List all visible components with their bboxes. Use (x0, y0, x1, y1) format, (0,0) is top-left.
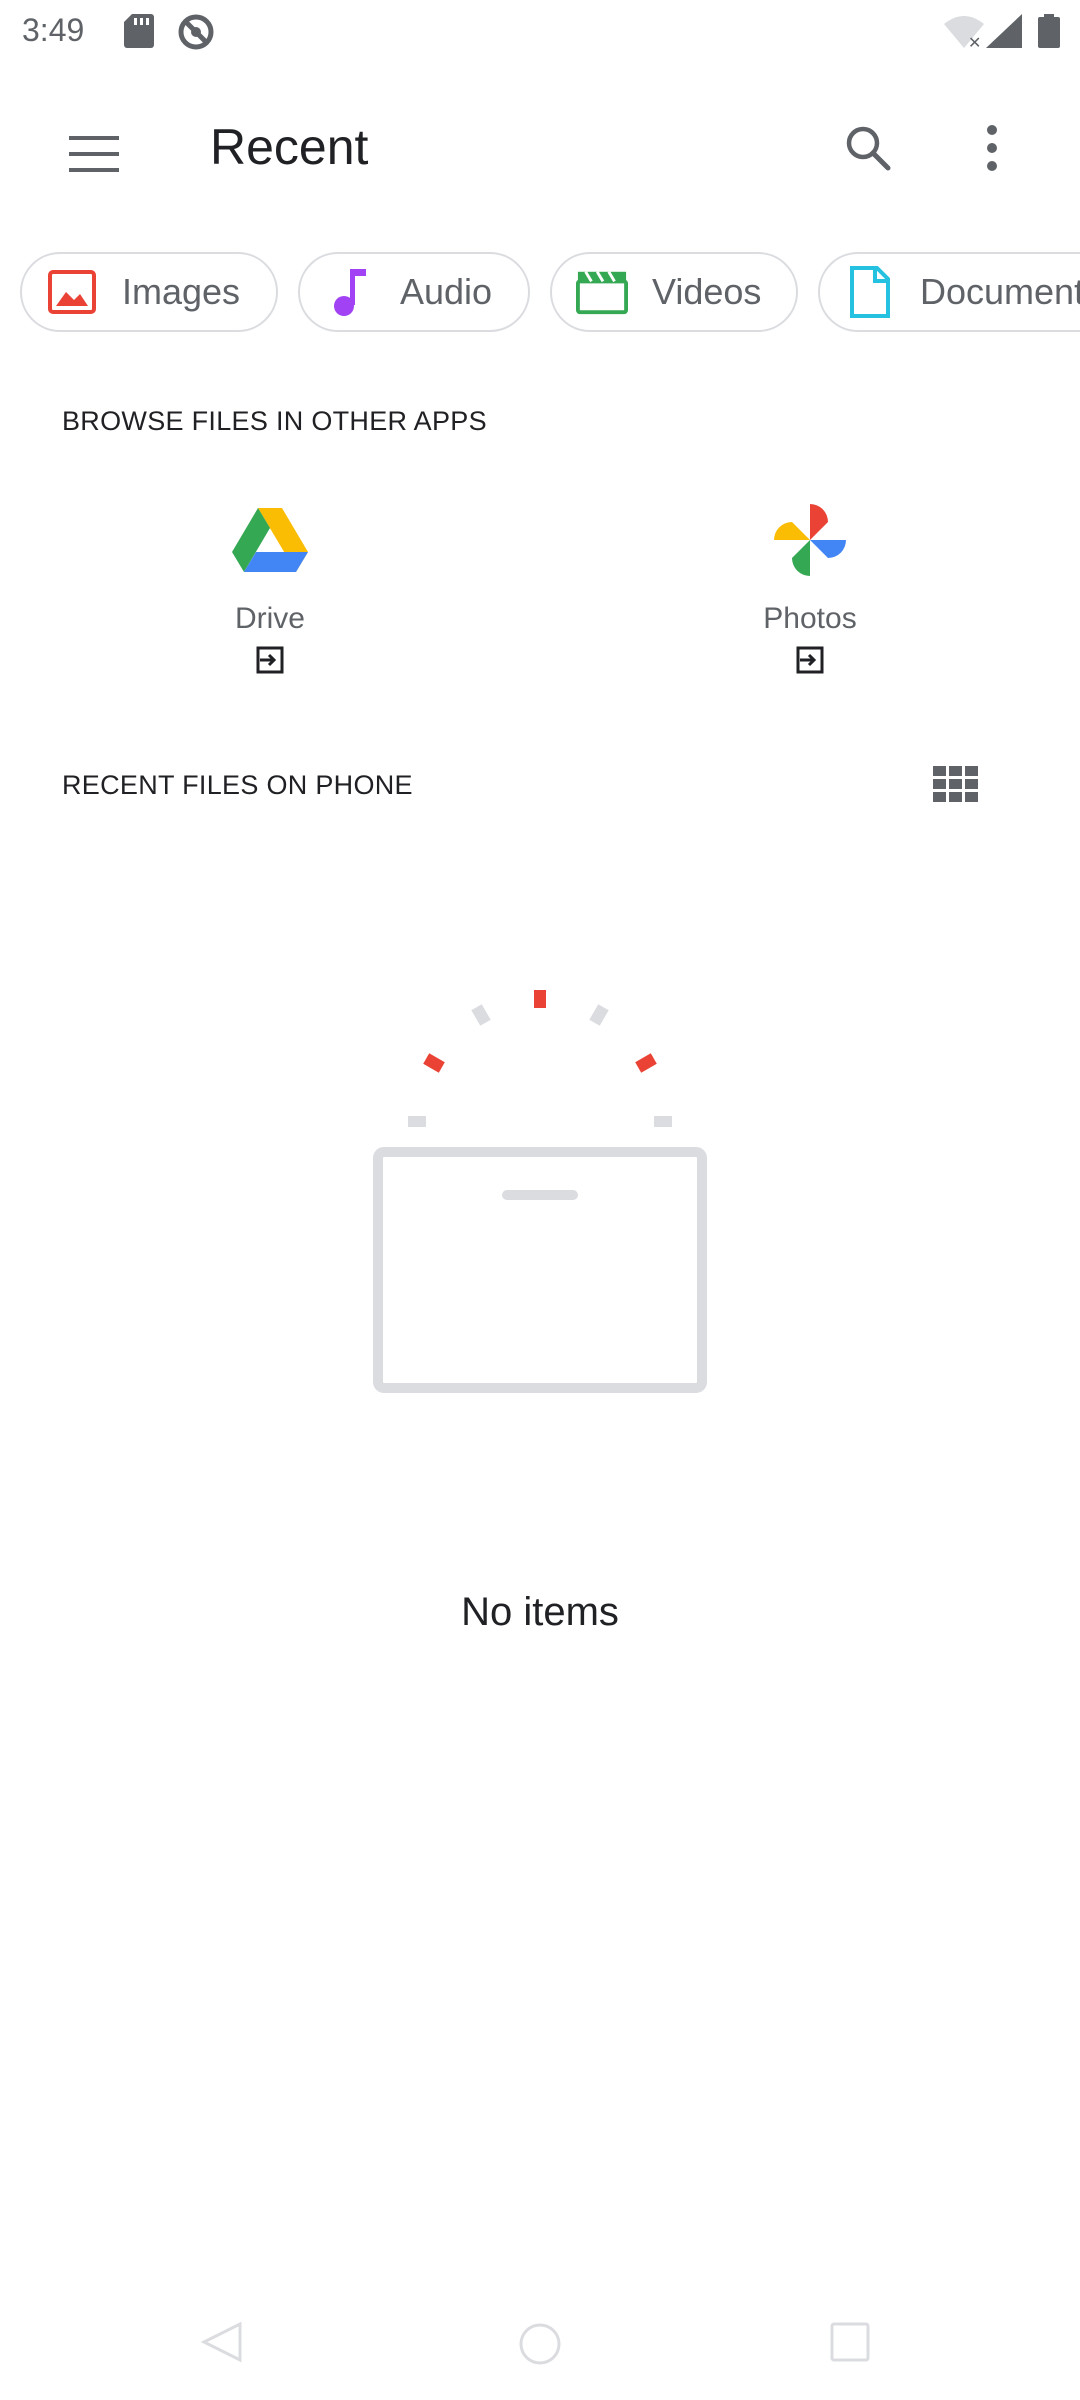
more-options-button[interactable] (956, 114, 1028, 186)
music-note-icon (324, 266, 376, 318)
app-name: Drive (234, 602, 305, 635)
chip-label: Documents (920, 271, 1080, 312)
open-external-icon (256, 646, 284, 674)
back-icon (200, 2321, 242, 2363)
google-photos-logo (770, 500, 850, 580)
grid-view-toggle[interactable] (926, 756, 986, 816)
chip-label: Videos (652, 271, 762, 312)
home-icon (519, 2323, 561, 2365)
hamburger-menu-icon (69, 135, 119, 177)
do-not-disturb-icon (178, 14, 214, 55)
empty-state-message: No items (461, 1590, 619, 1634)
system-nav-bar (0, 2300, 1080, 2400)
more-vert-icon (986, 124, 998, 177)
image-icon (46, 266, 98, 318)
menu-button[interactable] (58, 120, 130, 192)
document-icon (844, 266, 896, 318)
app-tile-photos[interactable]: Photos (680, 500, 940, 700)
search-button[interactable] (832, 114, 904, 186)
sd-card-icon (124, 14, 154, 53)
app-tile-drive[interactable]: Drive (140, 500, 400, 700)
recents-icon (830, 2322, 870, 2362)
chip-label: Images (122, 271, 241, 312)
page-title: Recent (210, 119, 369, 175)
open-external-icon (796, 646, 824, 674)
chip-audio[interactable]: Audio (298, 252, 530, 332)
wifi-off-icon: ✕ (944, 14, 984, 53)
cell-signal-icon (986, 14, 1022, 53)
google-drive-logo (230, 500, 310, 580)
status-bar: 3:49 ✕ (0, 0, 1080, 64)
app-name: Photos (763, 602, 857, 635)
nav-back-button[interactable] (200, 2320, 260, 2380)
battery-icon (1038, 14, 1060, 53)
chip-images[interactable]: Images (20, 252, 278, 332)
browse-section-header: BROWSE FILES IN OTHER APPS (62, 406, 487, 436)
search-icon (844, 124, 892, 177)
status-time: 3:49 (22, 12, 85, 48)
chip-label: Audio (400, 271, 493, 312)
grid-view-icon (933, 765, 979, 807)
chip-videos[interactable]: Videos (550, 252, 798, 332)
app-bar: Recent (0, 84, 1080, 212)
nav-recents-button[interactable] (828, 2320, 888, 2380)
nav-home-button[interactable] (516, 2320, 576, 2380)
chip-documents[interactable]: Documents (818, 252, 1080, 332)
film-clapper-icon (576, 266, 628, 318)
empty-state-illustration (370, 980, 710, 1400)
category-chips: Images Audio Videos Documents (0, 250, 1080, 338)
svg-text:✕: ✕ (968, 33, 981, 48)
recent-section-header: RECENT FILES ON PHONE (62, 770, 413, 800)
